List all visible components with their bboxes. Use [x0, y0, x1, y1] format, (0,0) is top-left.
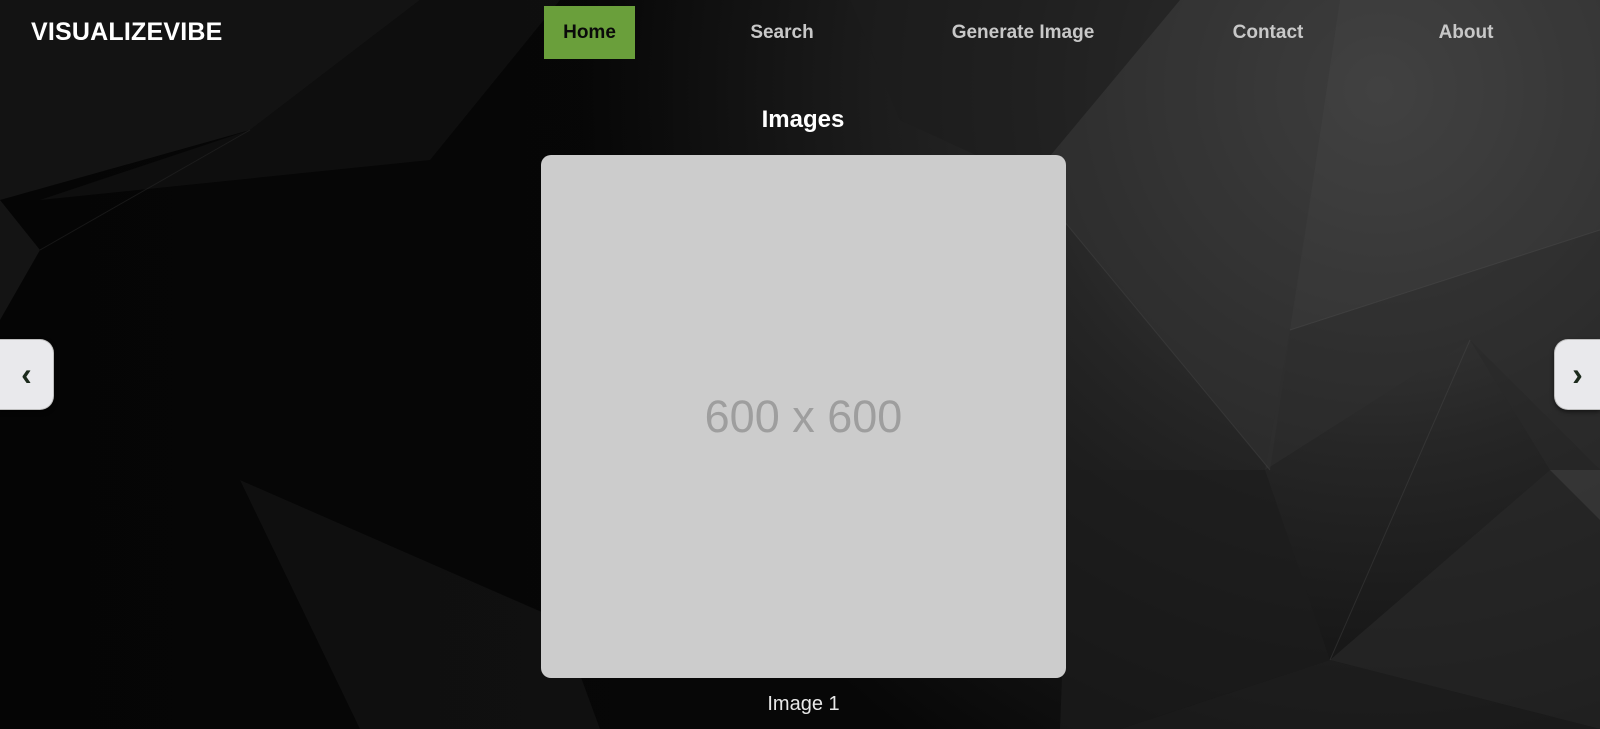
carousel-next-button[interactable]: › [1554, 339, 1600, 410]
nav-about[interactable]: About [1398, 6, 1534, 59]
carousel-image[interactable]: 600 x 600 [541, 155, 1066, 678]
top-navbar: VISUALIZEVIBE Home Search Generate Image… [0, 0, 1600, 64]
nav-contact[interactable]: Contact [1190, 6, 1346, 59]
nav-home[interactable]: Home [544, 6, 635, 59]
image-caption: Image 1 [767, 693, 840, 715]
chevron-right-icon: › [1572, 356, 1583, 392]
section-title: Images [761, 106, 845, 133]
brand-logo[interactable]: VISUALIZEVIBE [31, 18, 223, 47]
nav-search[interactable]: Search [718, 6, 846, 59]
nav-generate-image[interactable]: Generate Image [932, 6, 1114, 59]
chevron-left-icon: ‹ [21, 356, 32, 392]
carousel-prev-button[interactable]: ‹ [0, 339, 54, 410]
image-placeholder-label: 600 x 600 [704, 390, 903, 442]
